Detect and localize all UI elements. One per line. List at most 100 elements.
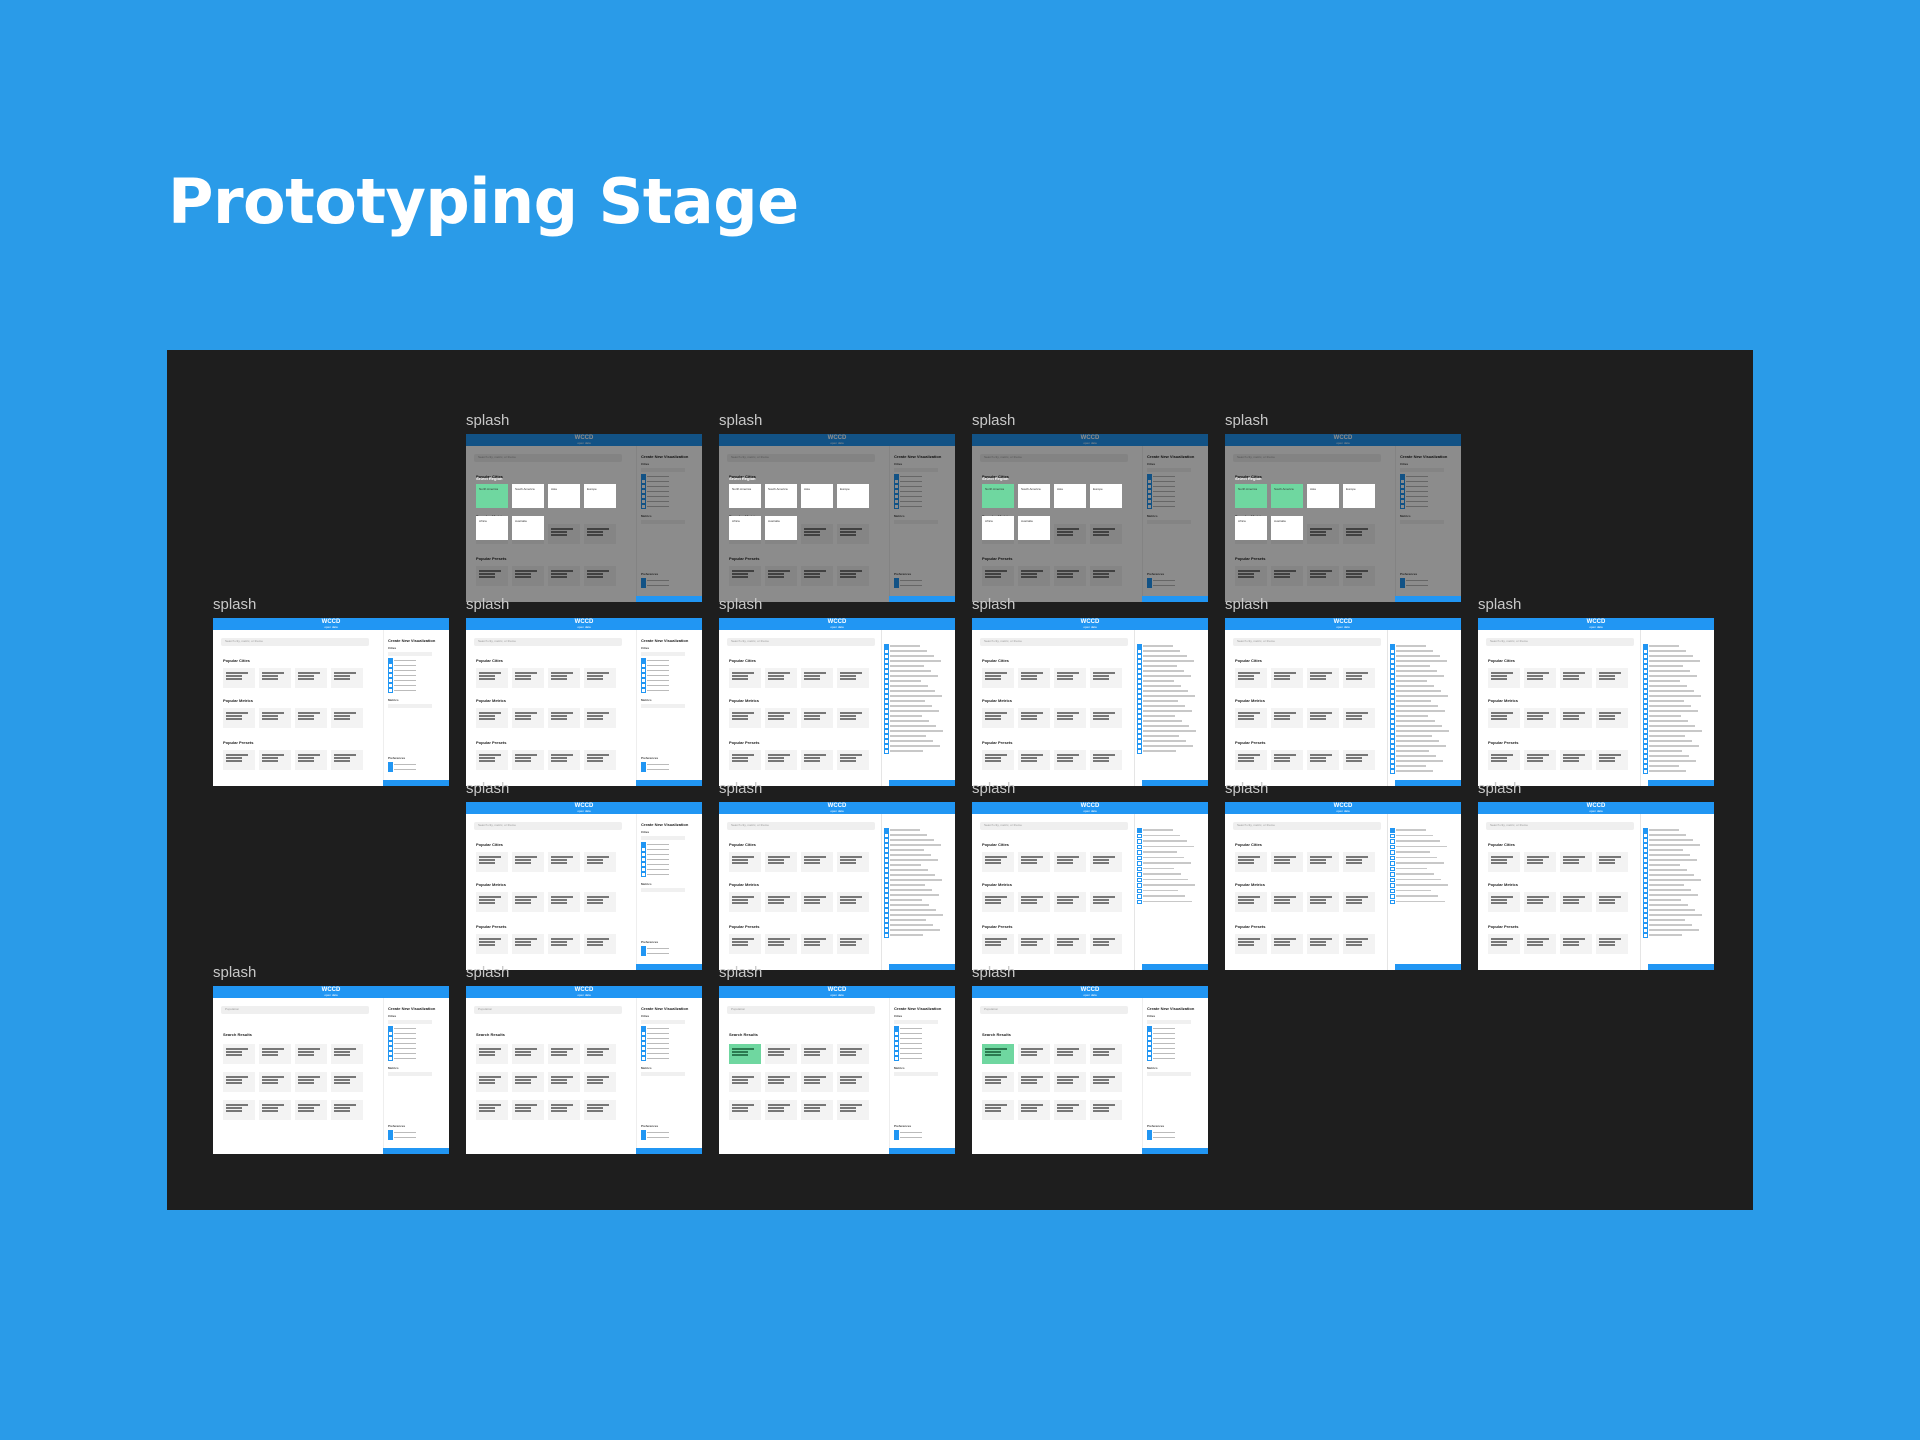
- search-result-card[interactable]: [837, 1072, 869, 1092]
- region-card[interactable]: Europe: [1090, 484, 1122, 508]
- metric-card[interactable]: [1235, 708, 1267, 728]
- city-card[interactable]: [1488, 852, 1520, 872]
- category-checkbox[interactable]: [1390, 754, 1395, 759]
- category-checkbox[interactable]: [884, 729, 889, 734]
- category-checkbox[interactable]: [884, 843, 889, 848]
- metric-card[interactable]: [1488, 708, 1520, 728]
- preset-card[interactable]: [765, 934, 797, 954]
- category-checkbox[interactable]: [1390, 894, 1395, 899]
- search-input[interactable]: Search city, metric, or theme: [1233, 638, 1381, 646]
- category-checkbox[interactable]: [1390, 866, 1395, 871]
- category-checkbox[interactable]: [1643, 654, 1648, 659]
- region-card[interactable]: Asia: [801, 484, 833, 508]
- category-checkbox[interactable]: [884, 858, 889, 863]
- city-card[interactable]: [1235, 668, 1267, 688]
- search-result-card[interactable]: [295, 1044, 327, 1064]
- prototype-frame[interactable]: WCCD open data Search city, metric, or the…: [1225, 802, 1461, 970]
- category-checkbox[interactable]: [884, 873, 889, 878]
- preset-card[interactable]: [1488, 750, 1520, 770]
- metric-card[interactable]: [729, 708, 761, 728]
- category-checkbox[interactable]: [1643, 689, 1648, 694]
- category-checkbox[interactable]: [1643, 704, 1648, 709]
- preset-card[interactable]: [223, 750, 255, 770]
- metric-card[interactable]: [548, 708, 580, 728]
- metric-card[interactable]: [295, 708, 327, 728]
- category-checkbox[interactable]: [1137, 883, 1142, 888]
- category-checkbox[interactable]: [1390, 724, 1395, 729]
- preset-card[interactable]: [548, 934, 580, 954]
- category-checkbox[interactable]: [1390, 659, 1395, 664]
- city-card[interactable]: [837, 668, 869, 688]
- search-input[interactable]: Search city, metric, or theme: [980, 822, 1128, 830]
- metric-card[interactable]: [837, 892, 869, 912]
- category-checkbox[interactable]: [1390, 679, 1395, 684]
- search-result-card[interactable]: [1054, 1100, 1086, 1120]
- category-checkbox[interactable]: [884, 848, 889, 853]
- category-checkbox[interactable]: [1643, 669, 1648, 674]
- region-card[interactable]: Australia: [765, 516, 797, 540]
- category-checkbox[interactable]: [1643, 744, 1648, 749]
- metric-card[interactable]: [1488, 892, 1520, 912]
- preference-checkbox[interactable]: [641, 1135, 646, 1140]
- metric-card[interactable]: [512, 892, 544, 912]
- region-card[interactable]: North America: [476, 484, 508, 508]
- category-checkbox[interactable]: [1137, 899, 1142, 904]
- category-checkbox[interactable]: [884, 654, 889, 659]
- category-checkbox[interactable]: [1643, 868, 1648, 873]
- preset-card[interactable]: [331, 750, 363, 770]
- search-result-card[interactable]: [512, 1044, 544, 1064]
- category-checkbox[interactable]: [884, 714, 889, 719]
- search-result-card[interactable]: [295, 1072, 327, 1092]
- search-result-card[interactable]: [982, 1072, 1014, 1092]
- cities-input[interactable]: [388, 1020, 432, 1024]
- metric-card[interactable]: [584, 892, 616, 912]
- city-checkbox[interactable]: [641, 1056, 646, 1061]
- category-checkbox[interactable]: [1137, 855, 1142, 860]
- search-result-card[interactable]: [729, 1072, 761, 1092]
- city-checkbox[interactable]: [894, 1056, 899, 1061]
- metric-card[interactable]: [476, 708, 508, 728]
- metric-card[interactable]: [801, 708, 833, 728]
- city-checkbox[interactable]: [641, 872, 646, 877]
- category-checkbox[interactable]: [884, 719, 889, 724]
- preset-card[interactable]: [801, 750, 833, 770]
- category-checkbox[interactable]: [1643, 649, 1648, 654]
- category-checkbox[interactable]: [1390, 861, 1395, 866]
- city-card[interactable]: [1343, 668, 1375, 688]
- metric-card[interactable]: [765, 708, 797, 728]
- search-result-card[interactable]: [801, 1072, 833, 1092]
- search-input[interactable]: Search city, metric, or theme: [727, 822, 875, 830]
- category-checkbox[interactable]: [884, 659, 889, 664]
- category-checkbox[interactable]: [1643, 888, 1648, 893]
- category-checkbox[interactable]: [1390, 769, 1395, 774]
- search-result-card[interactable]: [331, 1044, 363, 1064]
- search-result-card[interactable]: [1054, 1072, 1086, 1092]
- search-input[interactable]: Population: [980, 1006, 1128, 1014]
- preset-card[interactable]: [259, 750, 291, 770]
- category-checkbox[interactable]: [884, 923, 889, 928]
- preset-card[interactable]: [1524, 750, 1556, 770]
- search-input[interactable]: Search city, metric, or theme: [1486, 638, 1634, 646]
- city-card[interactable]: [982, 852, 1014, 872]
- metrics-input[interactable]: [388, 1072, 432, 1076]
- category-checkbox[interactable]: [1643, 913, 1648, 918]
- category-checkbox[interactable]: [1643, 734, 1648, 739]
- category-checkbox[interactable]: [1643, 848, 1648, 853]
- preset-card[interactable]: [1235, 934, 1267, 954]
- category-checkbox[interactable]: [884, 883, 889, 888]
- search-result-card[interactable]: [1018, 1044, 1050, 1064]
- metric-card[interactable]: [1054, 892, 1086, 912]
- category-checkbox[interactable]: [1390, 694, 1395, 699]
- category-checkbox[interactable]: [1390, 704, 1395, 709]
- search-result-card[interactable]: [259, 1044, 291, 1064]
- category-checkbox[interactable]: [1390, 833, 1395, 838]
- city-card[interactable]: [1560, 852, 1592, 872]
- category-checkbox[interactable]: [1643, 873, 1648, 878]
- category-checkbox[interactable]: [884, 679, 889, 684]
- prototype-frame[interactable]: WCCD open data Search city, metric, or the…: [1225, 434, 1461, 602]
- category-checkbox[interactable]: [884, 644, 889, 649]
- search-input[interactable]: Search city, metric, or theme: [221, 638, 369, 646]
- city-card[interactable]: [259, 668, 291, 688]
- metrics-input[interactable]: [641, 1072, 685, 1076]
- category-checkbox[interactable]: [1137, 694, 1142, 699]
